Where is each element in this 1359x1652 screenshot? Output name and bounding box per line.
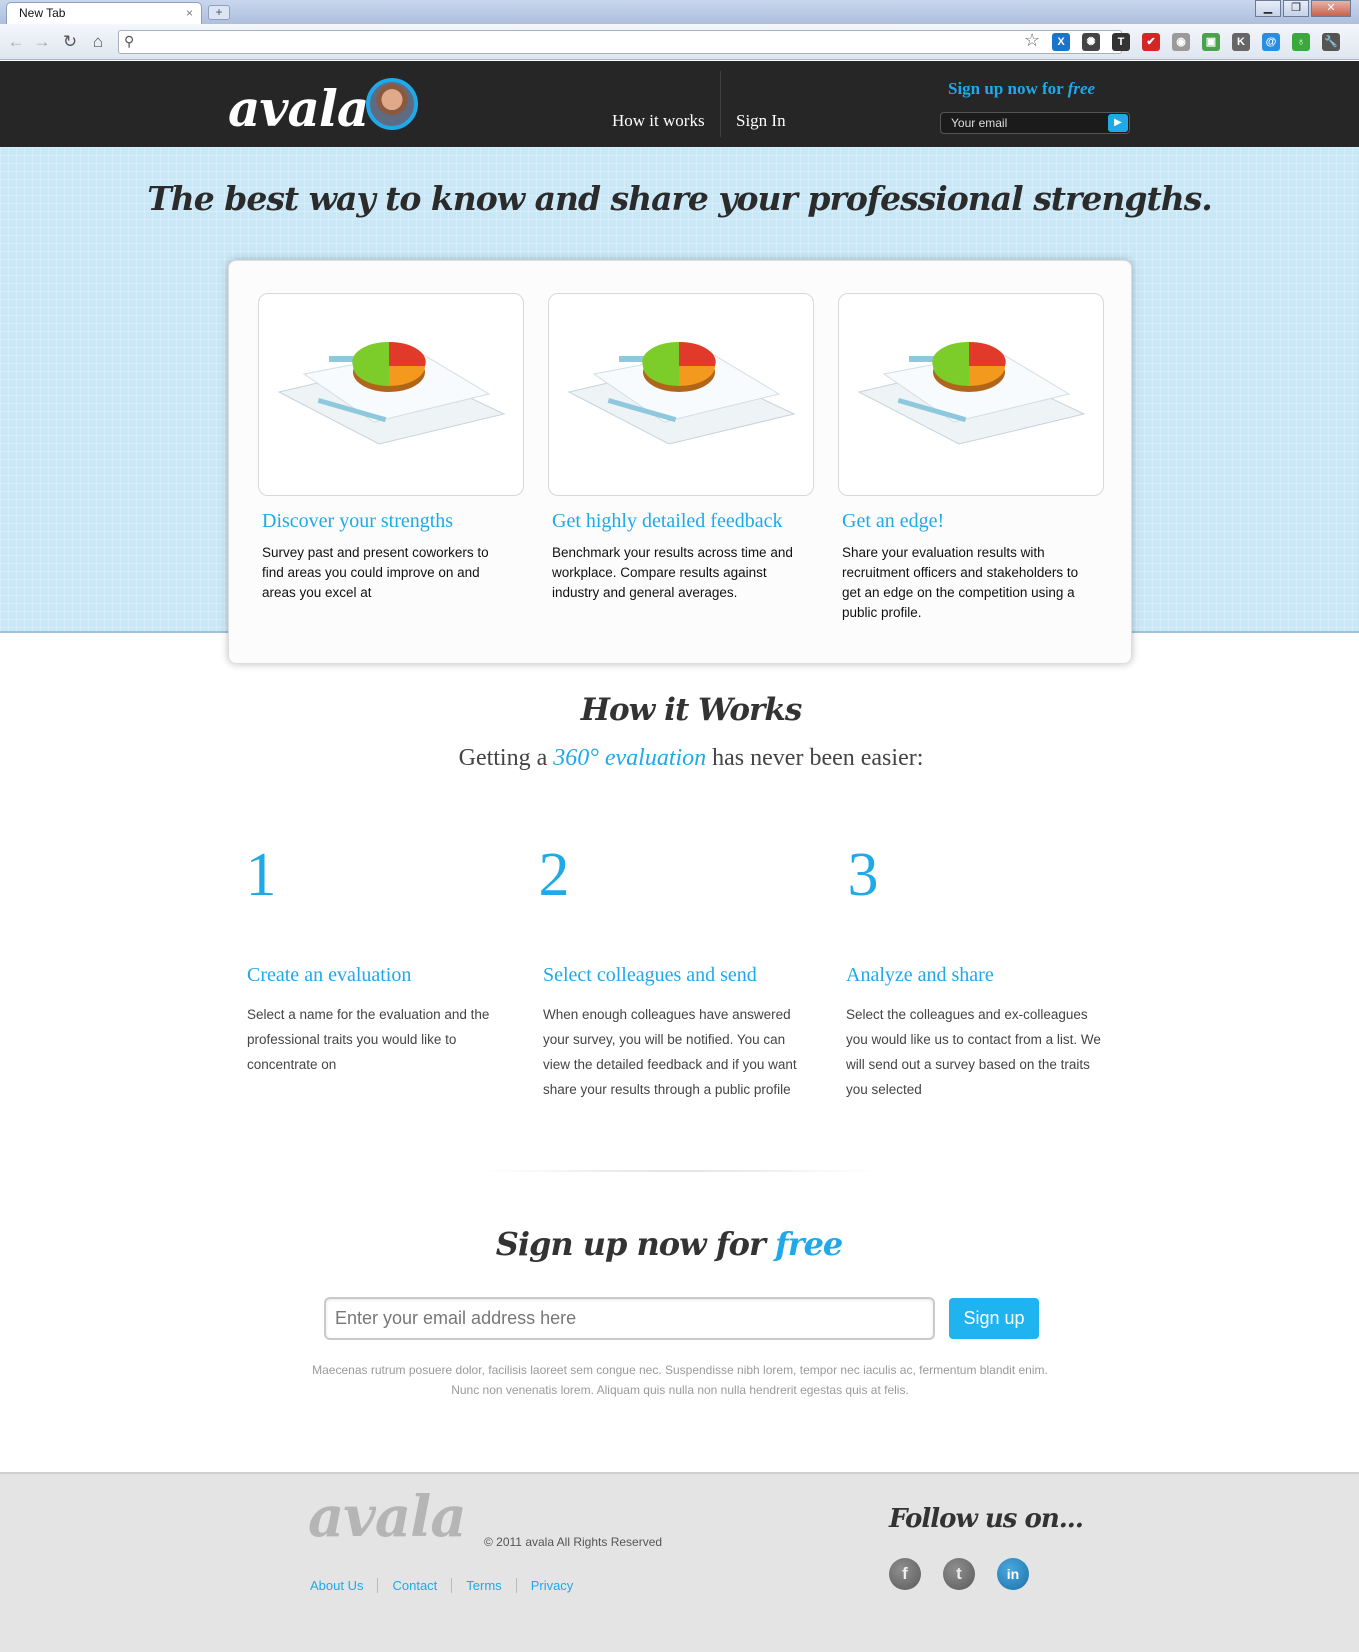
new-tab-button[interactable]: +	[208, 5, 230, 20]
nav-how-it-works[interactable]: How it works	[612, 111, 705, 131]
browser-tabstrip: New Tab × + ▁ ❐ ✕	[0, 0, 1359, 24]
window-controls: ▁ ❐ ✕	[1253, 0, 1351, 17]
ext-grey-circle-icon[interactable]: ◉	[1172, 33, 1190, 51]
minimize-button[interactable]: ▁	[1255, 0, 1281, 17]
browser-toolbar: ← → ↻ ⌂ ⚲ ☆ X ✺ T ✔ ◉ ▣ K @ ♁ 🔧	[0, 24, 1359, 60]
search-icon: ⚲	[124, 33, 135, 49]
header-signup-free: free	[1067, 79, 1096, 98]
signup-fineprint: Maecenas rutrum posuere dolor, facilisis…	[312, 1363, 1048, 1397]
extension-icons: X ✺ T ✔ ◉ ▣ K @ ♁ 🔧	[1052, 33, 1352, 51]
header-submit-arrow-icon[interactable]: ▶	[1108, 114, 1128, 132]
subtitle-highlight: 360° evaluation	[553, 745, 707, 771]
ext-k-icon[interactable]: K	[1232, 33, 1250, 51]
forward-arrow-icon[interactable]: →	[32, 32, 52, 52]
feature-title: Get an edge!	[842, 510, 945, 532]
site-footer: avala © 2011 avala All Rights Reserved A…	[0, 1472, 1359, 1652]
header-signup-prefix: Sign up now for	[948, 79, 1068, 98]
step-item: 3 Analyze and share Select the colleague…	[846, 840, 1106, 1097]
signup-title-prefix: Sign up now for	[495, 1225, 775, 1263]
home-icon[interactable]: ⌂	[88, 32, 108, 52]
signup-button[interactable]: Sign up	[949, 1298, 1039, 1339]
close-tab-icon[interactable]: ×	[186, 6, 193, 20]
maximize-button[interactable]: ❐	[1283, 0, 1309, 17]
nav-divider	[720, 71, 721, 137]
reload-icon[interactable]: ↻	[60, 32, 80, 52]
footer-link-about[interactable]: About Us	[310, 1578, 377, 1593]
footer-logo[interactable]: avala	[308, 1484, 467, 1550]
ext-green-box-icon[interactable]: ▣	[1202, 33, 1220, 51]
site-header: avala How it works Sign In Sign up now f…	[0, 61, 1359, 147]
close-window-button[interactable]: ✕	[1311, 0, 1351, 17]
feature-title: Discover your strengths	[262, 510, 454, 532]
step-text: When enough colleagues have answered you…	[543, 1007, 797, 1097]
footer-link-privacy[interactable]: Privacy	[515, 1578, 588, 1593]
ext-red-flag-icon[interactable]: ✔	[1142, 33, 1160, 51]
feature-text: Share your evaluation results with recru…	[842, 545, 1079, 620]
browser-tab[interactable]: New Tab ×	[6, 2, 202, 24]
footer-link-terms[interactable]: Terms	[451, 1578, 515, 1593]
signup-email-input[interactable]: Enter your email address here	[324, 1297, 935, 1340]
subtitle-after: has never been easier:	[706, 745, 924, 771]
site-logo[interactable]: avala	[228, 79, 369, 138]
tab-title: New Tab	[19, 6, 66, 20]
how-it-works-title: How it Works	[580, 692, 803, 728]
footer-link-contact[interactable]: Contact	[377, 1578, 451, 1593]
subtitle-before: Getting a	[458, 745, 554, 771]
ext-blue-x-icon[interactable]: X	[1052, 33, 1070, 51]
step-title: Select colleagues and send	[543, 964, 757, 986]
header-signup-heading: Sign up now for free	[948, 79, 1095, 99]
signup-title-free: free	[774, 1225, 843, 1263]
follow-us-heading: Follow us on...	[889, 1504, 1084, 1534]
ext-t-icon[interactable]: T	[1112, 33, 1130, 51]
step-text: Select a name for the evaluation and the…	[247, 1007, 490, 1072]
header-email-input[interactable]: Your email	[940, 112, 1130, 134]
step-text: Select the colleagues and ex-colleagues …	[846, 1007, 1101, 1097]
ext-gear-icon[interactable]: ✺	[1082, 33, 1100, 51]
feature-title: Get highly detailed feedback	[552, 510, 783, 532]
ext-blue-a-icon[interactable]: @	[1262, 33, 1280, 51]
avatar	[366, 78, 418, 130]
hero-title: The best way to know and share your prof…	[147, 179, 1213, 218]
bookmark-star-icon[interactable]: ☆	[1024, 30, 1040, 51]
footer-links: About Us Contact Terms Privacy	[310, 1578, 587, 1593]
pie-chart-image	[258, 293, 524, 496]
feature-item: Discover your strengths Survey past and …	[258, 293, 524, 603]
step-number: 1	[245, 841, 277, 909]
back-arrow-icon[interactable]: ←	[6, 32, 26, 52]
section-divider	[470, 1170, 890, 1172]
address-bar[interactable]: ⚲	[118, 30, 1122, 54]
feature-text: Survey past and present coworkers to fin…	[262, 545, 489, 600]
twitter-icon[interactable]: t	[943, 1558, 975, 1590]
features-card: Discover your strengths Survey past and …	[228, 260, 1132, 664]
pie-chart-image	[548, 293, 814, 496]
linkedin-icon[interactable]: in	[997, 1558, 1029, 1590]
signup-title: Sign up now for free	[0, 1225, 1338, 1263]
step-number: 2	[538, 841, 570, 909]
facebook-icon[interactable]: f	[889, 1558, 921, 1590]
ext-green-apple-icon[interactable]: ♁	[1292, 33, 1310, 51]
step-title: Analyze and share	[846, 964, 994, 986]
wrench-icon[interactable]: 🔧	[1322, 33, 1340, 51]
pie-chart-image	[838, 293, 1104, 496]
how-it-works-subtitle: Getting a 360° evaluation has never been…	[0, 745, 1359, 772]
step-title: Create an evaluation	[247, 964, 412, 986]
feature-text: Benchmark your results across time and w…	[552, 545, 793, 600]
nav-sign-in[interactable]: Sign In	[736, 111, 786, 131]
feature-item: Get highly detailed feedback Benchmark y…	[548, 293, 814, 603]
step-number: 3	[847, 841, 879, 909]
feature-item: Get an edge! Share your evaluation resul…	[838, 293, 1104, 623]
copyright-text: © 2011 avala All Rights Reserved	[484, 1535, 663, 1549]
